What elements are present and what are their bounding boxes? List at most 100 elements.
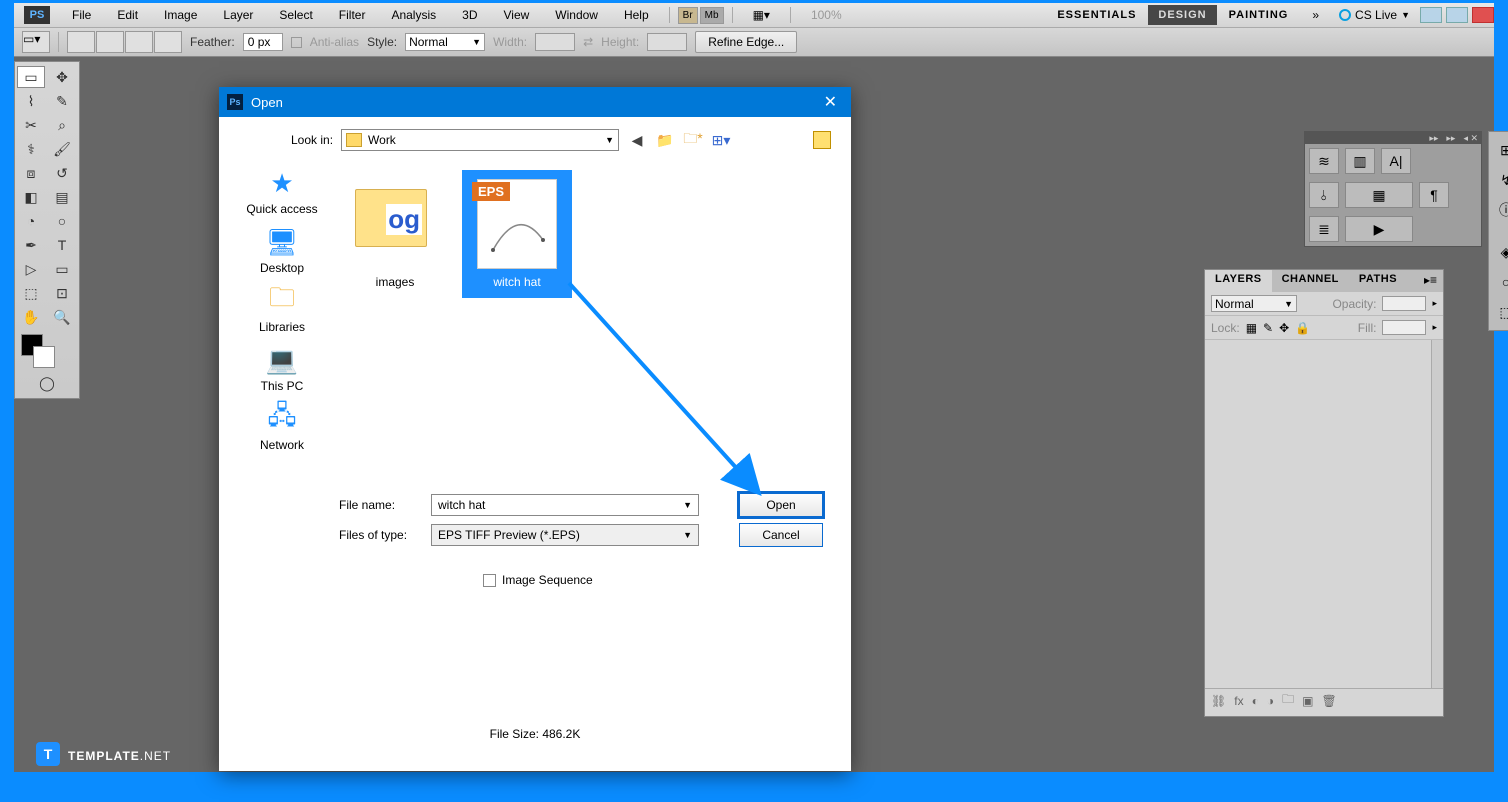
tool-preset-icon[interactable]: ▭▾: [22, 31, 50, 53]
fill-input[interactable]: [1382, 320, 1426, 335]
dodge-tool[interactable]: ○: [48, 210, 76, 232]
brush-tool[interactable]: 🖌: [48, 138, 76, 160]
panel-icon[interactable]: A|: [1381, 148, 1411, 174]
blur-tool[interactable]: ◔: [17, 210, 45, 232]
panel-icon[interactable]: ⊞: [1493, 138, 1508, 162]
menu-image[interactable]: Image: [152, 5, 209, 25]
panel-icon[interactable]: ○: [1493, 270, 1508, 294]
type-tool[interactable]: T: [48, 234, 76, 256]
lock-all-icon[interactable]: 🔒: [1295, 321, 1310, 335]
panel-icon[interactable]: ↯: [1493, 168, 1508, 192]
cancel-button[interactable]: Cancel: [739, 523, 823, 547]
lock-position-icon[interactable]: ✥: [1279, 321, 1289, 335]
eraser-tool[interactable]: ◧: [17, 186, 45, 208]
style-select[interactable]: Normal▼: [405, 33, 485, 51]
open-button[interactable]: Open: [739, 493, 823, 517]
panel-icon[interactable]: ¶: [1419, 182, 1449, 208]
color-swatches[interactable]: [17, 334, 77, 370]
3d-camera-tool[interactable]: ⊡: [48, 282, 76, 304]
scrollbar[interactable]: [1431, 340, 1443, 688]
lock-transparent-icon[interactable]: ▦: [1246, 321, 1257, 335]
crop-tool[interactable]: ✂: [17, 114, 45, 136]
filetype-combo[interactable]: EPS TIFF Preview (*.EPS)▼: [431, 524, 699, 546]
panel-icon[interactable]: ▶: [1345, 216, 1413, 242]
file-item-eps-selected[interactable]: EPS witch hat: [465, 173, 569, 295]
cs-live[interactable]: CS Live ▼: [1333, 8, 1416, 22]
place-desktop[interactable]: 🖥Desktop: [260, 226, 304, 275]
pin-icon[interactable]: [813, 131, 831, 149]
selection-add-icon[interactable]: [96, 31, 124, 53]
eyedropper-tool[interactable]: ⌕: [48, 114, 76, 136]
tab-channels[interactable]: CHANNEL: [1272, 270, 1349, 292]
pen-tool[interactable]: ✒: [17, 234, 45, 256]
new-layer-icon[interactable]: ▣: [1302, 694, 1313, 708]
workspace-essentials[interactable]: ESSENTIALS: [1047, 5, 1146, 25]
selection-subtract-icon[interactable]: [125, 31, 153, 53]
dialog-titlebar[interactable]: Ps Open ✕: [219, 87, 851, 117]
menu-view[interactable]: View: [491, 5, 541, 25]
selection-intersect-icon[interactable]: [154, 31, 182, 53]
quick-select-tool[interactable]: ✎: [48, 90, 76, 112]
menu-analysis[interactable]: Analysis: [379, 5, 448, 25]
marquee-tool[interactable]: ▭: [17, 66, 45, 88]
workspace-painting[interactable]: PAINTING: [1219, 5, 1299, 25]
feather-input[interactable]: [243, 33, 283, 51]
antialias-checkbox[interactable]: [291, 37, 302, 48]
menu-file[interactable]: File: [60, 5, 103, 25]
panel-icon[interactable]: ≣: [1309, 216, 1339, 242]
menu-window[interactable]: Window: [543, 5, 610, 25]
view-extras-button[interactable]: ▦▾: [741, 5, 782, 25]
opacity-input[interactable]: [1382, 296, 1426, 311]
adjustment-layer-icon[interactable]: ◑: [1267, 694, 1274, 708]
refine-edge-button[interactable]: Refine Edge...: [695, 31, 797, 53]
lookin-combo[interactable]: Work ▼: [341, 129, 619, 151]
link-layers-icon[interactable]: ⛓: [1211, 694, 1226, 708]
move-tool[interactable]: ✥: [48, 66, 76, 88]
image-sequence-checkbox[interactable]: [483, 574, 496, 587]
menu-3d[interactable]: 3D: [450, 5, 489, 25]
zoom-tool[interactable]: 🔍: [48, 306, 76, 328]
menu-edit[interactable]: Edit: [105, 5, 150, 25]
delete-layer-icon[interactable]: 🗑: [1321, 694, 1336, 708]
close-button[interactable]: [1472, 7, 1494, 23]
selection-new-icon[interactable]: [67, 31, 95, 53]
view-menu-icon[interactable]: ⊞▾: [711, 130, 731, 150]
panel-icon[interactable]: ⬚: [1493, 300, 1508, 324]
gradient-tool[interactable]: ▤: [48, 186, 76, 208]
panel-icon[interactable]: ⫰: [1309, 182, 1339, 208]
maximize-button[interactable]: [1446, 7, 1468, 23]
new-folder-icon[interactable]: 🗀*: [683, 130, 703, 150]
panel-menu-icon[interactable]: ▸≡: [1418, 270, 1443, 292]
workspace-design[interactable]: DESIGN: [1148, 5, 1216, 25]
bridge-button[interactable]: Br: [678, 7, 698, 24]
menu-help[interactable]: Help: [612, 5, 661, 25]
history-brush-tool[interactable]: ↺: [48, 162, 76, 184]
path-select-tool[interactable]: ▷: [17, 258, 45, 280]
up-icon[interactable]: 📁: [655, 130, 675, 150]
layer-mask-icon[interactable]: ◐: [1252, 694, 1259, 708]
group-icon[interactable]: 🗀: [1282, 690, 1294, 711]
menu-select[interactable]: Select: [267, 5, 324, 25]
back-icon[interactable]: ◀: [627, 130, 647, 150]
menu-layer[interactable]: Layer: [211, 5, 265, 25]
place-quick-access[interactable]: ★Quick access: [246, 167, 317, 216]
background-swatch[interactable]: [33, 346, 55, 368]
lasso-tool[interactable]: ⌇: [17, 90, 45, 112]
3d-tool[interactable]: ⬚: [17, 282, 45, 304]
workspace-more[interactable]: »: [1300, 5, 1331, 25]
minibridge-button[interactable]: Mb: [700, 7, 724, 24]
menu-filter[interactable]: Filter: [327, 5, 378, 25]
lock-image-icon[interactable]: ✎: [1263, 321, 1273, 335]
panel-icon[interactable]: ◈: [1493, 240, 1508, 264]
filename-combo[interactable]: witch hat▼: [431, 494, 699, 516]
zoom-level[interactable]: 100%: [799, 5, 854, 25]
panel-icon[interactable]: ▥: [1345, 148, 1375, 174]
stamp-tool[interactable]: ⧈: [17, 162, 45, 184]
panel-icon[interactable]: ▦: [1345, 182, 1413, 208]
hand-tool[interactable]: ✋: [17, 306, 45, 328]
healing-tool[interactable]: ⚕: [17, 138, 45, 160]
dialog-close-icon[interactable]: ✕: [818, 92, 843, 112]
panel-icon[interactable]: ⓘ: [1493, 198, 1508, 222]
file-list-area[interactable]: og images EPS witch hat: [337, 167, 831, 487]
minimize-button[interactable]: [1420, 7, 1442, 23]
